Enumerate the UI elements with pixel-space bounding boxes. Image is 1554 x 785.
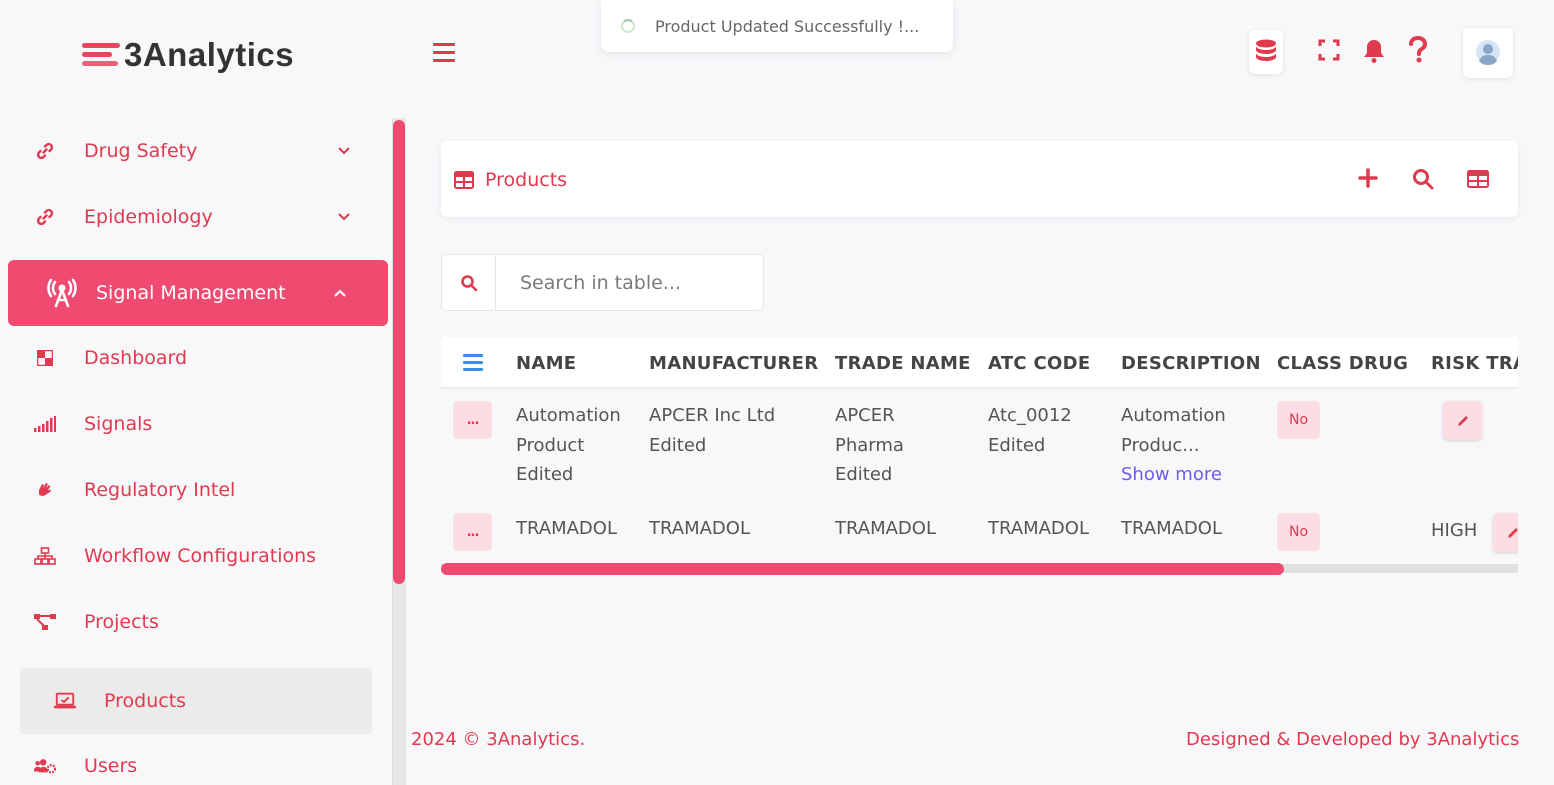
sidebar-item-epidemiology[interactable]: Epidemiology [20,184,372,250]
success-toast: Product Updated Successfully !... [601,0,953,52]
fullscreen-icon[interactable] [1318,38,1340,62]
footer-credits: Designed & Developed by 3Analytics [1186,729,1520,750]
ellipsis-icon: ... [466,412,480,428]
menu-toggle-icon[interactable] [433,42,455,62]
sidebar-item-signal-management[interactable]: Signal Management [8,260,388,326]
sidebar-item-projects[interactable]: Projects [20,589,372,655]
edit-button[interactable] [1493,513,1518,552]
cell-atc-code: TRAMADOL [988,518,1089,539]
signal-bars-icon [34,413,56,435]
sidebar-item-signals[interactable]: Signals [20,391,372,457]
sidebar-item-label: Products [104,690,187,712]
column-header-description[interactable]: DESCRIPTION [1121,353,1261,374]
chevron-down-icon [338,147,350,155]
logo-mark-icon [82,40,120,70]
column-header-trade-name[interactable]: TRADE NAME [835,353,971,374]
toast-message: Product Updated Successfully !... [655,16,920,36]
antenna-icon [42,278,82,308]
column-toggle-icon[interactable] [1467,170,1489,188]
sidebar-item-label: Regulatory Intel [84,479,236,501]
cell-manufacturer: TRAMADOL [649,518,750,539]
database-button[interactable] [1249,30,1283,74]
cell-risk: HIGH [1431,520,1478,541]
column-menu-icon[interactable] [463,354,483,371]
link-icon [34,140,56,162]
row-actions-button[interactable]: ... [453,513,492,551]
sidebar-item-label: Signals [84,413,153,435]
show-more-link[interactable]: Show more [1121,460,1226,490]
footer-copyright: 2024 © 3Analytics. [411,729,586,750]
row-actions-button[interactable]: ... [453,401,492,439]
cell-description: Automation Produc... Show more [1121,401,1226,490]
page-title: Products [485,169,568,191]
user-avatar-icon [1476,40,1500,65]
sidebar-item-products[interactable]: Products [20,668,372,734]
cell-trade-name: TRAMADOL [835,518,936,539]
cell-manufacturer: APCER Inc Ltd Edited [649,405,776,456]
sidebar-item-dashboard[interactable]: Dashboard [20,325,372,391]
users-cog-icon [34,755,56,777]
column-header-manufacturer[interactable]: MANUFACTURER [649,353,818,374]
sidebar-item-label: Projects [84,611,159,633]
cell-name: Automation Product Edited [516,405,621,485]
database-icon [1256,39,1276,61]
sidebar-item-label: Signal Management [96,282,286,304]
sidebar-item-label: Drug Safety [84,140,198,162]
bell-icon[interactable] [1363,38,1385,64]
search-icon[interactable] [1412,168,1434,190]
cell-description: TRAMADOL [1121,518,1222,539]
sidebar-item-workflow-configurations[interactable]: Workflow Configurations [20,523,372,589]
help-icon[interactable] [1408,36,1428,64]
sidebar-item-label: Dashboard [84,347,188,369]
table-scrollbar-thumb[interactable] [441,563,1284,575]
class-drug-badge: No [1277,513,1320,551]
pencil-icon [1457,415,1468,426]
laptop-icon [54,690,76,712]
sidebar-item-drug-safety[interactable]: Drug Safety [20,118,372,184]
table-search [441,254,764,311]
table-icon [454,171,474,189]
dashboard-icon [34,347,56,369]
sidebar-item-label: Epidemiology [84,206,213,228]
column-header-risk[interactable]: RISK TRA [1431,353,1518,374]
sidebar-item-label: Users [84,755,138,777]
sidebar-item-users[interactable]: Users [20,733,372,785]
sitemap-icon [34,545,56,567]
products-table: NAME MANUFACTURER TRADE NAME ATC CODE DE… [441,337,1518,575]
sidebar-scrollbar-thumb[interactable] [393,120,405,584]
edit-button[interactable] [1443,401,1482,440]
hand-icon [34,479,56,501]
column-header-class-drug[interactable]: CLASS DRUG [1277,353,1408,374]
link-icon [34,206,56,228]
search-icon[interactable] [442,255,496,310]
cell-atc-code: Atc_0012 Edited [988,405,1072,456]
column-header-name[interactable]: NAME [516,353,576,374]
ellipsis-icon: ... [466,524,480,540]
search-input[interactable] [496,255,763,310]
table-header: NAME MANUFACTURER TRADE NAME ATC CODE DE… [441,337,1518,389]
products-card-header: Products [441,141,1518,217]
sidebar-item-regulatory-intel[interactable]: Regulatory Intel [20,457,372,523]
brand-name: 3Analytics [124,36,295,73]
class-drug-badge: No [1277,401,1320,439]
toast-spinner-icon [621,19,635,33]
column-header-atc-code[interactable]: ATC CODE [988,353,1090,374]
chevron-down-icon [338,213,350,221]
project-diagram-icon [34,611,56,633]
sidebar-item-label: Workflow Configurations [84,545,317,567]
chevron-up-icon [334,289,346,297]
brand-logo[interactable]: 3Analytics [82,36,294,74]
user-avatar-button[interactable] [1463,28,1513,78]
pencil-icon [1507,527,1518,538]
add-icon[interactable] [1358,168,1378,188]
cell-name: TRAMADOL [516,518,617,539]
cell-trade-name: APCER Pharma Edited [835,405,904,485]
